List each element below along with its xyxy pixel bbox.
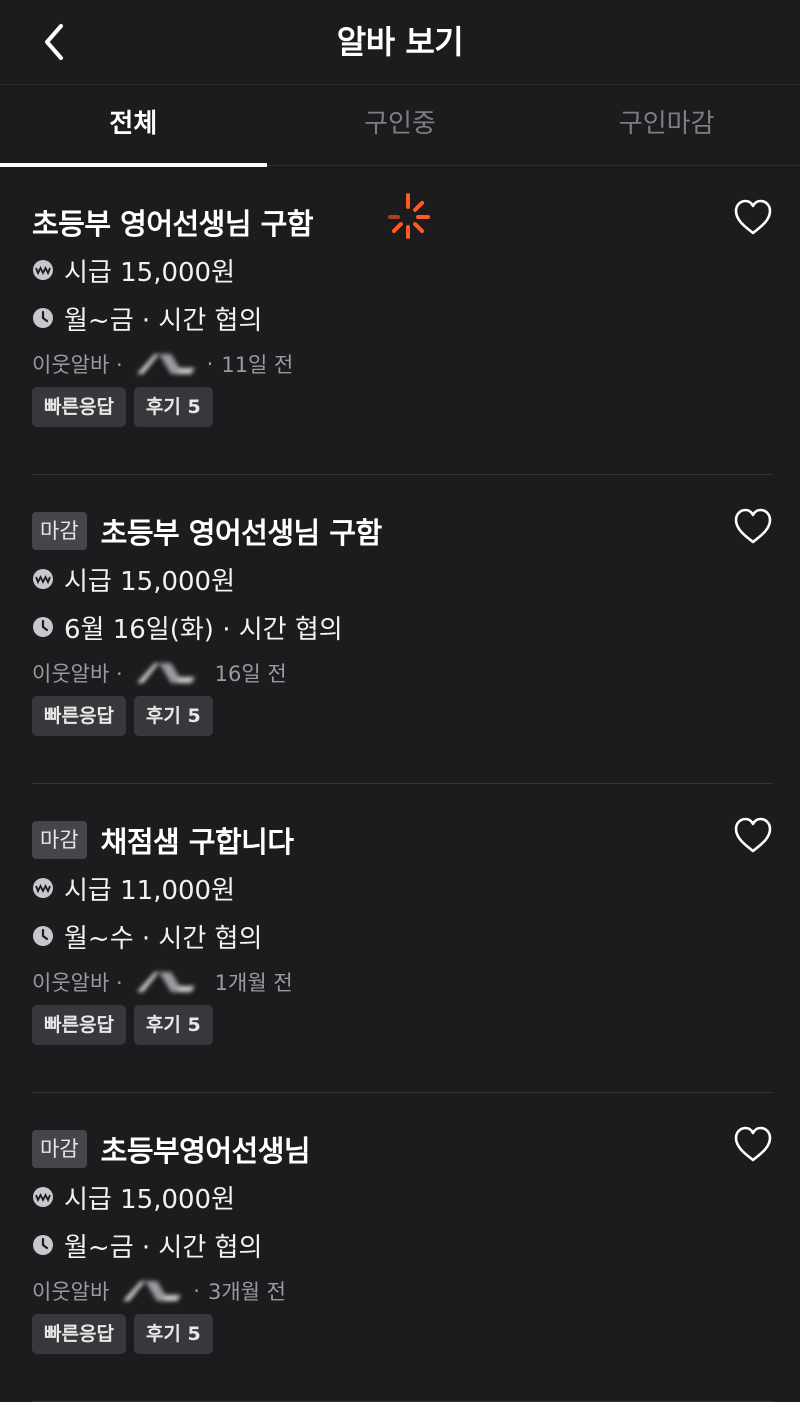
obscured-name bbox=[123, 1281, 182, 1301]
tab-all[interactable]: 전체 bbox=[0, 85, 267, 167]
app-header: 알바 보기 bbox=[0, 0, 800, 85]
heart-outline-icon[interactable] bbox=[733, 198, 773, 238]
schedule-text: 월~수 · 시간 협의 bbox=[64, 923, 263, 954]
job-list: 초등부 영어선생님 구함 시급 15,000원 월~금 · 시간 협의 이웃알바… bbox=[0, 166, 800, 1402]
tag-chip: 빠른응답 bbox=[32, 1314, 126, 1354]
tag-chip: 빠른응답 bbox=[32, 1005, 126, 1045]
schedule-row: 6월 16일(화) · 시간 협의 bbox=[32, 609, 343, 645]
tag-chip: 빠른응답 bbox=[32, 387, 126, 427]
clock-icon bbox=[33, 617, 53, 637]
pay-text: 시급 15,000원 bbox=[64, 257, 235, 288]
job-title-row: 마감 채점샘 구합니다 bbox=[32, 818, 294, 862]
obscured-name bbox=[136, 663, 195, 683]
job-title-row: 초등부 영어선생님 구함 bbox=[32, 200, 314, 244]
schedule-text: 월~금 · 시간 협의 bbox=[64, 305, 263, 336]
tag-chips: 빠른응답 후기 5 bbox=[32, 696, 213, 736]
job-list-item[interactable]: 마감 채점샘 구합니다 시급 11,000원 월~수 · 시간 협의 이웃알바 … bbox=[32, 784, 773, 1093]
job-title: 초등부 영어선생님 구함 bbox=[32, 207, 314, 241]
page-title: 알바 보기 bbox=[336, 23, 464, 61]
source-label: 이웃알바 · bbox=[32, 662, 123, 686]
schedule-row: 월~금 · 시간 협의 bbox=[32, 1227, 262, 1263]
pay-row: 시급 15,000원 bbox=[32, 252, 235, 288]
posted-time: 3개월 전 bbox=[207, 1280, 286, 1304]
heart-outline-icon[interactable] bbox=[733, 1125, 773, 1165]
meta-separator: · bbox=[193, 1279, 200, 1303]
job-title-row: 마감 초등부 영어선생님 구함 bbox=[32, 509, 382, 553]
job-list-item[interactable]: 마감 초등부 영어선생님 구함 시급 15,000원 6월 16일(화) · 시… bbox=[32, 475, 773, 784]
won-coin-icon bbox=[33, 260, 53, 280]
schedule-text: 월~금 · 시간 협의 bbox=[64, 1232, 263, 1263]
pay-row: 시급 15,000원 bbox=[32, 1179, 235, 1215]
schedule-text: 6월 16일(화) · 시간 협의 bbox=[64, 614, 343, 645]
pay-text: 시급 11,000원 bbox=[64, 875, 235, 906]
tab-bar: 전체 구인중 구인마감 bbox=[0, 85, 800, 167]
tag-chip: 후기 5 bbox=[133, 387, 213, 427]
obscured-name bbox=[136, 354, 195, 374]
won-coin-icon bbox=[33, 569, 53, 589]
job-title-row: 마감 초등부영어선생님 bbox=[32, 1127, 311, 1171]
job-title: 초등부 영어선생님 구함 bbox=[100, 516, 383, 550]
tab-hiring[interactable]: 구인중 bbox=[267, 85, 534, 165]
tag-chip: 후기 5 bbox=[133, 696, 213, 736]
clock-icon bbox=[33, 1235, 53, 1255]
meta-row: 이웃알바 · 3개월 전 bbox=[32, 1275, 286, 1307]
closed-badge: 마감 bbox=[32, 1130, 87, 1168]
meta-row: 이웃알바 · · 11일 전 bbox=[32, 348, 293, 380]
source-label: 이웃알바 bbox=[32, 1280, 110, 1304]
tab-closed[interactable]: 구인마감 bbox=[533, 85, 800, 165]
source-label: 이웃알바 · bbox=[32, 971, 123, 995]
obscured-name bbox=[136, 972, 195, 992]
job-list-item[interactable]: 마감 초등부영어선생님 시급 15,000원 월~금 · 시간 협의 이웃알바 bbox=[32, 1093, 773, 1402]
schedule-row: 월~수 · 시간 협의 bbox=[32, 918, 262, 954]
tag-chip: 후기 5 bbox=[133, 1005, 213, 1045]
clock-icon bbox=[33, 926, 53, 946]
tag-chip: 후기 5 bbox=[133, 1314, 213, 1354]
posted-time: 16일 전 bbox=[214, 662, 287, 686]
won-coin-icon bbox=[33, 1187, 53, 1207]
closed-badge: 마감 bbox=[32, 512, 87, 550]
schedule-row: 월~금 · 시간 협의 bbox=[32, 300, 262, 336]
meta-row: 이웃알바 · 1개월 전 bbox=[32, 966, 293, 998]
tag-chips: 빠른응답 후기 5 bbox=[32, 387, 213, 427]
clock-icon bbox=[33, 308, 53, 328]
heart-outline-icon[interactable] bbox=[733, 816, 773, 856]
posted-time: 1개월 전 bbox=[214, 971, 293, 995]
source-label: 이웃알바 · bbox=[32, 353, 123, 377]
pay-text: 시급 15,000원 bbox=[64, 566, 235, 597]
heart-outline-icon[interactable] bbox=[733, 507, 773, 547]
job-list-item[interactable]: 초등부 영어선생님 구함 시급 15,000원 월~금 · 시간 협의 이웃알바… bbox=[32, 166, 773, 475]
meta-row: 이웃알바 · 16일 전 bbox=[32, 657, 287, 689]
job-title: 초등부영어선생님 bbox=[100, 1134, 311, 1168]
tag-chips: 빠른응답 후기 5 bbox=[32, 1314, 213, 1354]
meta-separator: · bbox=[206, 352, 214, 376]
closed-badge: 마감 bbox=[32, 821, 87, 859]
tag-chip: 빠른응답 bbox=[32, 696, 126, 736]
tag-chips: 빠른응답 후기 5 bbox=[32, 1005, 213, 1045]
pay-text: 시급 15,000원 bbox=[64, 1184, 235, 1215]
posted-time: 11일 전 bbox=[221, 353, 294, 377]
job-title: 채점샘 구합니다 bbox=[100, 825, 294, 859]
pay-row: 시급 11,000원 bbox=[32, 870, 235, 906]
pay-row: 시급 15,000원 bbox=[32, 561, 235, 597]
won-coin-icon bbox=[33, 878, 53, 898]
